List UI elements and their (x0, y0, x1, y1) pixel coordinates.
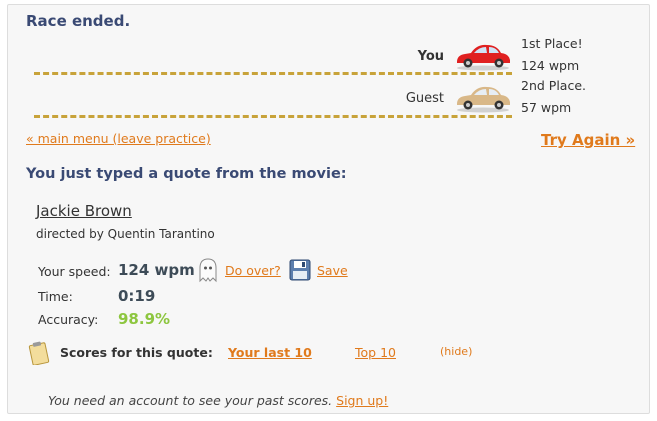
player-speed-you: 124 wpm (521, 58, 580, 73)
movie-director: directed by Quentin Tarantino (36, 227, 215, 241)
red-car-icon (457, 44, 510, 71)
speed-value: 124 wpm (118, 261, 195, 279)
speed-label: Your speed: (38, 264, 111, 279)
player-speed-guest: 57 wpm (521, 100, 572, 115)
time-label: Time: (38, 289, 73, 304)
player-place-guest: 2nd Place. (521, 78, 586, 93)
movie-title-link[interactable]: Jackie Brown (36, 202, 132, 220)
hide-scores-link[interactable]: (hide) (440, 345, 472, 358)
player-place-you: 1st Place! (521, 36, 583, 51)
race-track-lane-1 (34, 72, 512, 75)
player-name-you: You (417, 49, 444, 64)
accuracy-value: 98.9% (118, 310, 171, 328)
clipboard-icon (28, 341, 50, 365)
race-track-lane-2 (34, 115, 512, 118)
try-again-button[interactable]: Try Again » (541, 131, 635, 149)
do-over-link[interactable]: Do over? (225, 263, 281, 278)
time-value: 0:19 (118, 287, 156, 305)
save-disk-icon[interactable] (289, 259, 311, 281)
account-notice: You need an account to see your past sco… (48, 393, 388, 408)
tan-car-icon (457, 86, 510, 113)
ghost-icon[interactable] (196, 257, 220, 283)
scores-label: Scores for this quote: (60, 345, 213, 360)
account-notice-text: You need an account to see your past sco… (48, 393, 333, 408)
sign-up-link[interactable]: Sign up! (336, 393, 388, 408)
accuracy-label: Accuracy: (38, 312, 99, 327)
race-status-title: Race ended. (26, 12, 131, 30)
quote-heading: You just typed a quote from the movie: (26, 166, 347, 182)
save-link[interactable]: Save (317, 263, 348, 278)
main-menu-link[interactable]: « main menu (leave practice) (26, 131, 211, 146)
tab-your-last-10[interactable]: Your last 10 (228, 345, 312, 360)
race-results-panel: Race ended. You 1st Place! 124 wpm Guest… (7, 4, 650, 414)
tab-top-10[interactable]: Top 10 (355, 345, 396, 360)
player-name-guest: Guest (405, 91, 444, 106)
